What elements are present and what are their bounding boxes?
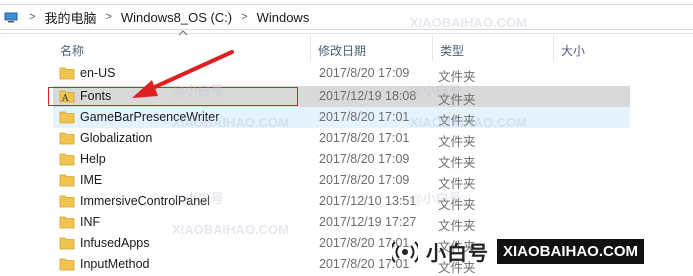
signal-icon	[392, 240, 418, 263]
address-bar[interactable]: > 我的电脑 > Windows8_OS (C:) > Windows	[0, 0, 693, 34]
file-name: Globalization	[80, 131, 153, 145]
file-date: 2017/12/19 17:27	[319, 215, 417, 229]
file-date: 2017/8/20 17:09	[319, 173, 410, 187]
breadcrumb-drive[interactable]: Windows8_OS (C:)	[119, 10, 234, 25]
watermark-text: XIAOBAIHAO.COM	[410, 15, 527, 30]
list-item[interactable]: ImmersiveControlPanel 2017/12/10 13:51 文…	[53, 191, 630, 212]
brand-name-cn: 小白号	[426, 243, 489, 265]
folder-icon	[59, 174, 75, 187]
watermark-text: XIAOBAIHAO.COM	[410, 115, 527, 130]
watermark-text: XIAOBAIHAO.COM	[172, 222, 289, 237]
breadcrumb-windows[interactable]: Windows	[255, 10, 312, 25]
watermark-text: @小白号	[410, 83, 462, 98]
brand-name-en: XIAOBAIHAO.COM	[497, 239, 644, 264]
file-name: IME	[80, 173, 103, 187]
file-type: 文件夹	[438, 135, 476, 149]
file-date: 2017/8/20 17:01	[319, 110, 410, 124]
file-name: en-US	[80, 66, 116, 80]
file-name: INF	[80, 215, 101, 229]
column-divider[interactable]	[310, 35, 311, 61]
file-date: 2017/12/10 13:51	[319, 194, 417, 208]
list-item[interactable]: Globalization 2017/8/20 17:01 文件夹	[53, 128, 630, 149]
folder-icon	[59, 258, 75, 271]
sort-ascending-icon	[178, 30, 188, 36]
watermark-text: XIAOBAIHAO.COM	[172, 115, 289, 130]
breadcrumb-my-computer[interactable]: 我的电脑	[42, 8, 98, 27]
breadcrumb-separator[interactable]: >	[98, 11, 118, 23]
column-size-header[interactable]: 大小	[561, 42, 585, 59]
file-name: InfusedApps	[80, 236, 150, 250]
brand-watermark: 小白号 XIAOBAIHAO.COM	[392, 232, 693, 271]
folder-icon	[59, 132, 75, 145]
column-date-header[interactable]: 修改日期	[318, 42, 366, 59]
file-name: Help	[80, 152, 106, 166]
watermark-text: @小白号	[172, 191, 224, 206]
list-item[interactable]: IME 2017/8/20 17:09 文件夹	[53, 170, 630, 191]
computer-icon	[4, 12, 18, 22]
folder-icon	[59, 111, 75, 124]
folder-icon	[59, 216, 75, 229]
list-item[interactable]: Help 2017/8/20 17:09 文件夹	[53, 149, 630, 170]
watermark-text: @小白号	[172, 83, 224, 98]
breadcrumb[interactable]: > 我的电脑 > Windows8_OS (C:) > Windows	[0, 4, 693, 30]
folder-icon	[59, 67, 75, 80]
watermark-text: @小白号	[410, 191, 462, 206]
file-date: 2017/8/20 17:09	[319, 66, 410, 80]
folder-icon	[59, 237, 75, 250]
list-item[interactable]: en-US 2017/8/20 17:09 文件夹	[53, 63, 630, 84]
list-item[interactable]: GameBarPresenceWriter 2017/8/20 17:01 文件…	[53, 107, 630, 128]
column-name-header[interactable]: 名称	[60, 42, 84, 59]
file-date: 2017/8/20 17:09	[319, 152, 410, 166]
file-name: InputMethod	[80, 257, 150, 271]
file-date: 2017/8/20 17:01	[319, 131, 410, 145]
folder-icon	[59, 195, 75, 208]
breadcrumb-separator[interactable]: >	[22, 11, 42, 23]
column-type-header[interactable]: 类型	[440, 42, 464, 59]
file-date: 2017/12/19 18:08	[319, 89, 417, 103]
folder-icon	[59, 153, 75, 166]
file-type: 文件夹	[438, 156, 476, 170]
breadcrumb-separator[interactable]: >	[234, 11, 254, 23]
column-header-row: 名称 修改日期 类型 大小	[0, 35, 693, 61]
column-divider[interactable]	[432, 35, 433, 61]
list-item[interactable]: INF 2017/12/19 17:27 文件夹	[53, 212, 630, 233]
column-divider[interactable]	[553, 35, 554, 61]
